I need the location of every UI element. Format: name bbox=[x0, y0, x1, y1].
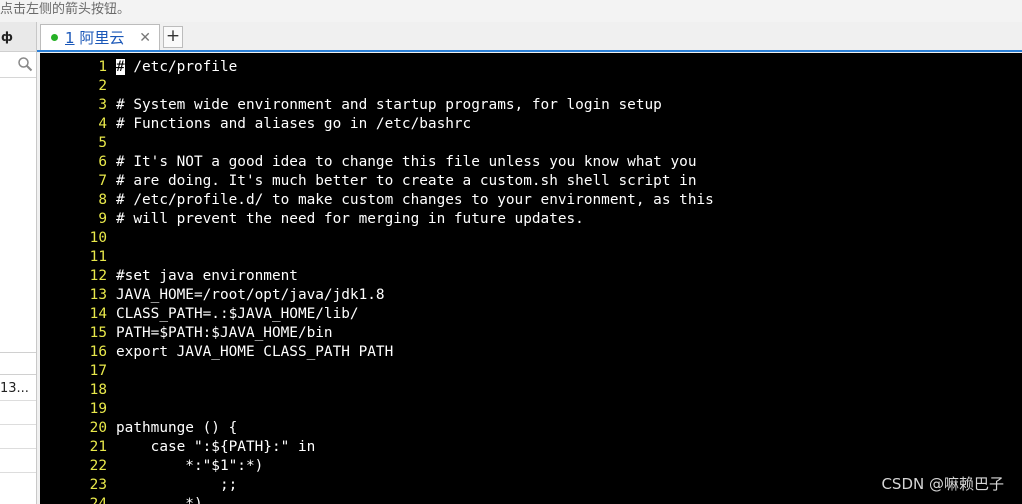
line-text: # are doing. It's much better to create … bbox=[116, 173, 697, 189]
editor-line: 2 bbox=[40, 77, 116, 96]
editor-line: 1 # /etc/profile bbox=[40, 58, 237, 77]
session-pane-header: ф bbox=[0, 22, 36, 52]
hint-text: 点击左侧的箭头按钮。 bbox=[0, 2, 131, 17]
line-text: *) bbox=[116, 496, 203, 504]
line-text: # /etc/profile bbox=[116, 59, 238, 75]
line-number: 3 bbox=[98, 97, 107, 113]
text-cursor: # bbox=[116, 59, 125, 75]
list-row-divider bbox=[0, 448, 36, 449]
terminal-editor[interactable]: 1 # /etc/profile 2 3 # System wide environme… bbox=[40, 53, 1022, 504]
line-text: export JAVA_HOME CLASS_PATH PATH bbox=[116, 344, 394, 360]
watermark: CSDN @嘛赖巴子 bbox=[881, 475, 1004, 493]
tab-title: 阿里云 bbox=[79, 29, 125, 47]
new-tab-button[interactable]: + bbox=[163, 26, 183, 48]
line-text: # System wide environment and startup pr… bbox=[116, 97, 662, 113]
line-number: 23 bbox=[89, 477, 107, 493]
list-row-divider bbox=[0, 424, 36, 425]
tab-aliyun-session[interactable]: 1 阿里云 ✕ bbox=[40, 24, 160, 50]
session-manager-pane: ф 13... bbox=[0, 22, 37, 504]
line-number: 16 bbox=[89, 344, 107, 360]
line-number: 13 bbox=[89, 287, 107, 303]
editor-line: 9 # will prevent the need for merging in … bbox=[40, 210, 584, 229]
line-number: 18 bbox=[89, 382, 107, 398]
editor-line: 23 ;; bbox=[40, 476, 238, 495]
line-number: 15 bbox=[89, 325, 107, 341]
session-list-item[interactable]: 13... bbox=[0, 378, 36, 400]
line-number: 4 bbox=[98, 116, 107, 132]
line-text: # It's NOT a good idea to change this fi… bbox=[116, 154, 697, 170]
session-search-input[interactable] bbox=[0, 52, 36, 78]
editor-line: 17 bbox=[40, 362, 116, 381]
editor-line: 22 *:"$1":*) bbox=[40, 457, 264, 476]
line-number: 17 bbox=[89, 363, 107, 379]
line-number: 6 bbox=[98, 154, 107, 170]
line-number: 1 bbox=[98, 59, 107, 75]
line-number: 21 bbox=[89, 439, 107, 455]
pane-divider bbox=[0, 352, 36, 353]
line-text: # /etc/profile.d/ to make custom changes… bbox=[116, 192, 714, 208]
line-number: 22 bbox=[89, 458, 107, 474]
line-number: 12 bbox=[89, 268, 107, 284]
editor-line: 11 bbox=[40, 248, 116, 267]
editor-line: 18 bbox=[40, 381, 116, 400]
line-number: 11 bbox=[89, 249, 107, 265]
line-text: # Functions and aliases go in /etc/bashr… bbox=[116, 116, 472, 132]
line-number: 24 bbox=[89, 496, 107, 504]
editor-line: 14 CLASS_PATH=.:$JAVA_HOME/lib/ bbox=[40, 305, 359, 324]
editor-line: 7 # are doing. It's much better to create… bbox=[40, 172, 696, 191]
list-row-divider bbox=[0, 400, 36, 401]
editor-line: 19 bbox=[40, 400, 116, 419]
line-text: JAVA_HOME=/root/opt/java/jdk1.8 bbox=[116, 287, 385, 303]
pane-divider bbox=[0, 374, 36, 375]
editor-line: 8 # /etc/profile.d/ to make custom change… bbox=[40, 191, 714, 210]
line-number: 9 bbox=[98, 211, 107, 227]
line-text: pathmunge () { bbox=[116, 420, 238, 436]
tab-label: 1 阿里云 bbox=[65, 27, 124, 48]
editor-line: 24 *) bbox=[40, 495, 203, 504]
list-row-divider bbox=[0, 472, 36, 473]
tab-number: 1 bbox=[65, 29, 75, 47]
editor-line: 5 bbox=[40, 134, 116, 153]
line-number: 20 bbox=[89, 420, 107, 436]
connection-status-icon bbox=[51, 34, 58, 41]
editor-line: 15 PATH=$PATH:$JAVA_HOME/bin bbox=[40, 324, 333, 343]
line-text: #set java environment bbox=[116, 268, 298, 284]
line-text: ;; bbox=[116, 477, 238, 493]
editor-line: 13 JAVA_HOME=/root/opt/java/jdk1.8 bbox=[40, 286, 385, 305]
session-tab-bar: 1 阿里云 ✕ + bbox=[37, 22, 1022, 52]
editor-line: 6 # It's NOT a good idea to change this f… bbox=[40, 153, 696, 172]
editor-line: 12 #set java environment bbox=[40, 267, 298, 286]
editor-line: 21 case ":${PATH}:" in bbox=[40, 438, 316, 457]
search-icon[interactable] bbox=[17, 56, 33, 72]
line-number: 5 bbox=[98, 135, 107, 151]
editor-line: 3 # System wide environment and startup p… bbox=[40, 96, 662, 115]
line-number: 19 bbox=[89, 401, 107, 417]
close-tab-icon[interactable]: ✕ bbox=[139, 30, 151, 46]
line-number: 14 bbox=[89, 306, 107, 322]
line-text: # will prevent the need for merging in f… bbox=[116, 211, 584, 227]
line-text: CLASS_PATH=.:$JAVA_HOME/lib/ bbox=[116, 306, 359, 322]
line-text: PATH=$PATH:$JAVA_HOME/bin bbox=[116, 325, 333, 341]
hint-bar: 点击左侧的箭头按钮。 bbox=[0, 0, 1022, 22]
line-number: 8 bbox=[98, 192, 107, 208]
line-text: case ":${PATH}:" in bbox=[116, 439, 316, 455]
editor-line: 4 # Functions and aliases go in /etc/bash… bbox=[40, 115, 471, 134]
pin-icon[interactable]: ф bbox=[1, 30, 13, 44]
line-number: 2 bbox=[98, 78, 107, 94]
line-text: *:"$1":*) bbox=[116, 458, 264, 474]
line-number: 7 bbox=[98, 173, 107, 189]
editor-line: 16 export JAVA_HOME CLASS_PATH PATH bbox=[40, 343, 394, 362]
editor-line: 10 bbox=[40, 229, 116, 248]
editor-line: 20 pathmunge () { bbox=[40, 419, 238, 438]
session-item-label: 13... bbox=[0, 381, 29, 396]
line-number: 10 bbox=[89, 230, 107, 246]
